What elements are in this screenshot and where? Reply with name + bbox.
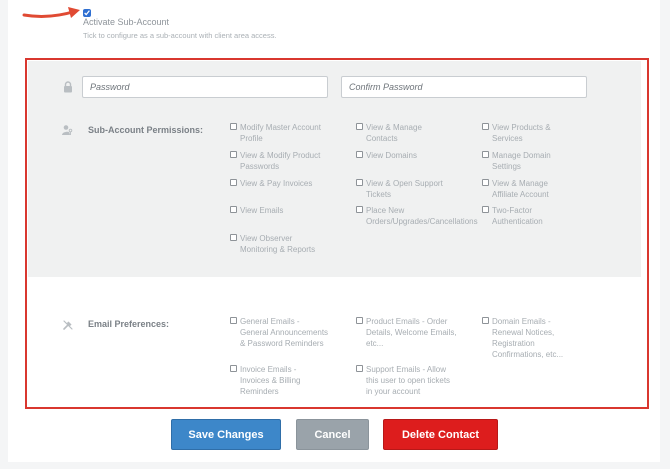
email-preferences-label: Email Preferences:: [88, 319, 170, 329]
email-support[interactable]: Support Emails - Allow this user to open…: [356, 364, 450, 397]
checkbox[interactable]: [230, 234, 237, 241]
perm-view-domains[interactable]: View Domains: [356, 150, 417, 161]
checkbox[interactable]: [230, 206, 237, 213]
checkbox[interactable]: [482, 123, 489, 130]
save-changes-button[interactable]: Save Changes: [171, 419, 281, 450]
perm-manage-domain-settings[interactable]: Manage Domain Settings: [482, 150, 551, 172]
checkbox[interactable]: [356, 365, 363, 372]
email-domain[interactable]: Domain Emails - Renewal Notices, Registr…: [482, 316, 563, 360]
checkbox[interactable]: [230, 317, 237, 324]
perm-view-open-support-tickets[interactable]: View & Open Support Tickets: [356, 178, 443, 200]
checkbox[interactable]: [230, 151, 237, 158]
confirm-password-input[interactable]: [341, 76, 587, 98]
checkbox[interactable]: [356, 151, 363, 158]
checkbox[interactable]: [230, 365, 237, 372]
email-invoice[interactable]: Invoice Emails - Invoices & Billing Remi…: [230, 364, 300, 397]
perm-modify-master-profile[interactable]: Modify Master Account Profile: [230, 122, 321, 144]
tools-icon: [63, 320, 73, 330]
delete-contact-button[interactable]: Delete Contact: [383, 419, 498, 450]
perm-view-manage-affiliate[interactable]: View & Manage Affiliate Account: [482, 178, 549, 200]
perm-view-manage-contacts[interactable]: View & Manage Contacts: [356, 122, 422, 144]
checkbox[interactable]: [230, 123, 237, 130]
email-general[interactable]: General Emails - General Announcements &…: [230, 316, 328, 349]
checkbox[interactable]: [356, 179, 363, 186]
perm-view-pay-invoices[interactable]: View & Pay Invoices: [230, 178, 312, 189]
permissions-label: Sub-Account Permissions:: [88, 125, 204, 135]
perm-view-products-services[interactable]: View Products & Services: [482, 122, 551, 144]
lock-icon: [64, 81, 72, 93]
checkbox[interactable]: [356, 206, 363, 213]
checkbox[interactable]: [230, 179, 237, 186]
checkbox[interactable]: [482, 179, 489, 186]
perm-view-modify-product-passwords[interactable]: View & Modify Product Passwords: [230, 150, 320, 172]
perm-place-new-orders[interactable]: Place New Orders/Upgrades/Cancellations: [356, 205, 478, 227]
cancel-button[interactable]: Cancel: [296, 419, 369, 450]
checkbox[interactable]: [482, 151, 489, 158]
perm-two-factor-auth[interactable]: Two-Factor Authentication: [482, 205, 543, 227]
perm-view-emails[interactable]: View Emails: [230, 205, 283, 216]
perm-view-observer-monitoring[interactable]: View Observer Monitoring & Reports: [230, 233, 315, 255]
red-arrow-icon: [22, 7, 80, 18]
checkbox[interactable]: [356, 317, 363, 324]
checkbox[interactable]: [482, 206, 489, 213]
checkbox[interactable]: [356, 123, 363, 130]
email-product[interactable]: Product Emails - Order Details, Welcome …: [356, 316, 457, 349]
checkbox[interactable]: [482, 317, 489, 324]
activate-sub-account-checkbox[interactable]: [83, 9, 91, 17]
user-key-icon: [62, 125, 73, 135]
password-input[interactable]: [82, 76, 328, 98]
activate-sub-account-help: Tick to configure as a sub-account with …: [83, 31, 277, 40]
activate-sub-account-label: Activate Sub-Account: [83, 17, 170, 27]
